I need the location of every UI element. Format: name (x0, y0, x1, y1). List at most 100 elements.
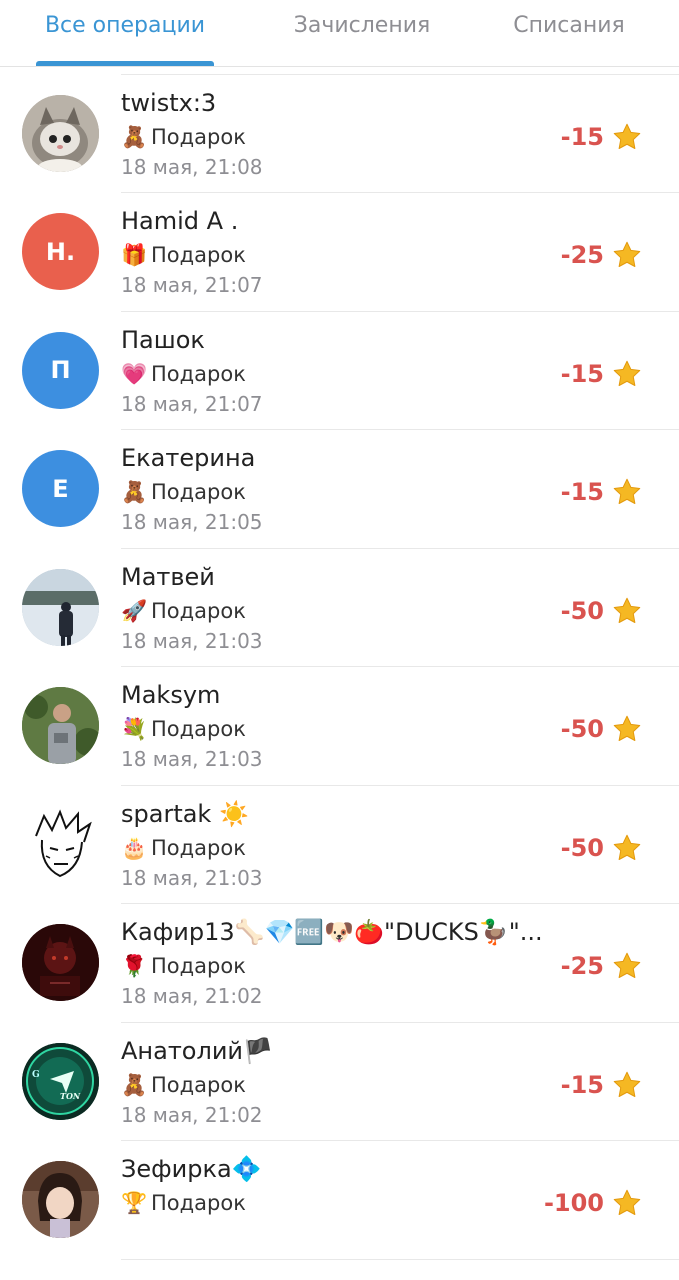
transaction-time: 18 мая, 21:03 (121, 747, 263, 771)
gift-type: 🎂 Подарок (121, 836, 246, 861)
star-icon (613, 1189, 641, 1215)
sender-name: Екатерина (121, 444, 256, 472)
gift-type: 🎁Подарок (121, 243, 246, 268)
gift-type: 🧸 Подарок (121, 480, 246, 505)
tab-credits[interactable]: Зачисления (280, 0, 444, 66)
transaction-row[interactable]: spartak ☀️ 🎂 Подарок 18 мая, 21:03 -50 (0, 786, 679, 904)
transaction-row[interactable]: Е Екатерина 🧸 Подарок 18 мая, 21:05 -15 (0, 430, 679, 549)
gift-label: Подарок (151, 124, 246, 149)
tab-debits-label: Списания (513, 13, 625, 38)
gift-emoji-icon: 🧸 (121, 480, 148, 504)
gift-type: 🚀 Подарок (121, 599, 246, 624)
gift-label: Подарок (151, 480, 246, 504)
gift-type: 💐 Подарок (121, 717, 246, 742)
star-icon (613, 834, 641, 860)
transaction-time: 18 мая, 21:07 (121, 391, 263, 416)
tab-credits-label: Зачисления (293, 13, 431, 38)
gift-type: 🏆 Подарок (121, 1191, 246, 1216)
amount-value: -25 (560, 952, 604, 980)
sender-name: Матвей (121, 562, 215, 591)
gift-label: Подарок (151, 598, 246, 623)
sender-name: Hamid A . (121, 207, 239, 235)
star-icon (613, 360, 641, 386)
transaction-row[interactable]: Кафир13🦴💎🆓🐶🍅"DUCKS🦆"... 🌹 Подарок 18 мая, 2… (0, 904, 679, 1023)
initials-avatar: П (22, 331, 99, 409)
ton-coin-avatar: G TON (22, 1042, 99, 1120)
transaction-amount: -50 (561, 594, 642, 628)
sender-name: Анатолий🏴 (121, 1036, 273, 1065)
transaction-amount: -100 (544, 1186, 642, 1220)
tab-all-operations[interactable]: Все операции (36, 0, 214, 66)
gift-label: Подарок (151, 1072, 246, 1097)
man-photo-avatar (22, 687, 99, 764)
amount-value: -25 (560, 241, 604, 269)
transaction-row[interactable]: Maksym 💐 Подарок 18 мая, 21:03 -50 (0, 667, 679, 786)
transaction-amount: -15 (561, 120, 642, 154)
transaction-row[interactable]: Зефирка💠 🏆 Подарок -100 (0, 1141, 679, 1260)
amount-value: -100 (543, 1189, 604, 1217)
star-icon (613, 123, 641, 149)
transaction-row[interactable]: П Пашок 💗 Подарок 18 мая, 21:07 -15 (0, 312, 679, 430)
gift-type: 🌹 Подарок (121, 954, 246, 979)
transaction-row[interactable]: H. Hamid A . 🎁 Подарок 18 мая, 21:07 -25 (0, 193, 679, 312)
gift-emoji-icon: 🌹 (121, 954, 148, 978)
tab-bar: Все операции Зачисления Списания (0, 0, 679, 67)
gift-emoji-icon: 🧸 (121, 1072, 148, 1097)
svg-text:G: G (32, 1070, 40, 1080)
cat-photo-avatar (22, 94, 99, 172)
sender-name: Maksym (121, 681, 221, 709)
gift-emoji-icon: 🧸 (121, 124, 148, 149)
anime-girl-avatar (22, 1161, 99, 1238)
gift-label: Подарок (151, 1191, 246, 1215)
transaction-time: 18 мая, 21:03 (121, 865, 263, 890)
transaction-row[interactable]: Матвей 🚀 Подарок 18 мая, 21:03 -50 (0, 549, 679, 667)
gift-emoji-icon: 💐 (121, 717, 148, 741)
transaction-amount: -15 (561, 1068, 642, 1102)
star-icon (613, 597, 641, 623)
amount-value: -50 (560, 596, 604, 625)
sender-name: spartak ☀️ (121, 799, 249, 828)
avatar-initials: Е (52, 474, 69, 503)
transaction-amount: -50 (561, 712, 642, 746)
transaction-amount: -25 (561, 238, 642, 272)
sketch-face-avatar (22, 805, 99, 883)
tab-all-operations-label: Все операции (44, 13, 206, 38)
transaction-row[interactable]: G TON Анатолий🏴 🧸 Подарок 18 мая, 21:02 -15 (0, 1023, 679, 1141)
amount-value: -50 (560, 833, 604, 862)
sender-name: Кафир13🦴💎🆓🐶🍅"DUCKS🦆"... (121, 918, 543, 946)
gift-emoji-icon: 🎂 (121, 835, 148, 860)
transaction-list: СС🎁Подарок18 мая, 21:08-25twistx:3🧸Подар… (0, 0, 679, 1260)
tab-debits[interactable]: Списания (500, 0, 638, 66)
gift-emoji-icon: 🎁 (121, 243, 148, 267)
star-icon (613, 715, 641, 741)
gift-emoji-icon: 💗 (121, 361, 148, 386)
gift-label: Подарок (151, 361, 246, 386)
transaction-time: 18 мая, 21:02 (121, 984, 263, 1008)
avatar-initials: П (50, 356, 71, 384)
sender-name: Пашок (121, 325, 205, 354)
active-tab-indicator (36, 61, 214, 66)
sender-name: twistx:3 (121, 88, 217, 117)
star-icon (613, 478, 641, 504)
transaction-amount: -25 (561, 949, 642, 983)
gift-type: 🧸 Подарок (121, 1073, 246, 1098)
row-divider (121, 1258, 679, 1260)
transaction-time: 18 мая, 21:07 (121, 273, 263, 297)
gift-emoji-icon: 🚀 (121, 598, 148, 623)
gift-label: Подарок (151, 954, 246, 978)
avatar-initials: H. (45, 237, 76, 266)
sender-name: Зефирка💠 (121, 1155, 262, 1183)
transaction-time: 18 мая, 21:08 (121, 154, 263, 179)
transaction-amount: -15 (561, 357, 642, 391)
transaction-time: 18 мая, 21:03 (121, 628, 263, 653)
gift-type: 🧸 Подарок (121, 125, 246, 150)
transaction-time: 18 мая, 21:02 (121, 1102, 263, 1127)
amount-value: -50 (560, 715, 604, 743)
star-icon (613, 952, 641, 978)
amount-value: -15 (560, 1070, 604, 1099)
transaction-row[interactable]: twistx:3 🧸 Подарок 18 мая, 21:08 -15 (0, 75, 679, 193)
initials-avatar: Е (22, 450, 99, 527)
initials-avatar: H. (22, 213, 99, 290)
star-icon (613, 1071, 641, 1097)
gift-label: Подарок (151, 243, 246, 267)
